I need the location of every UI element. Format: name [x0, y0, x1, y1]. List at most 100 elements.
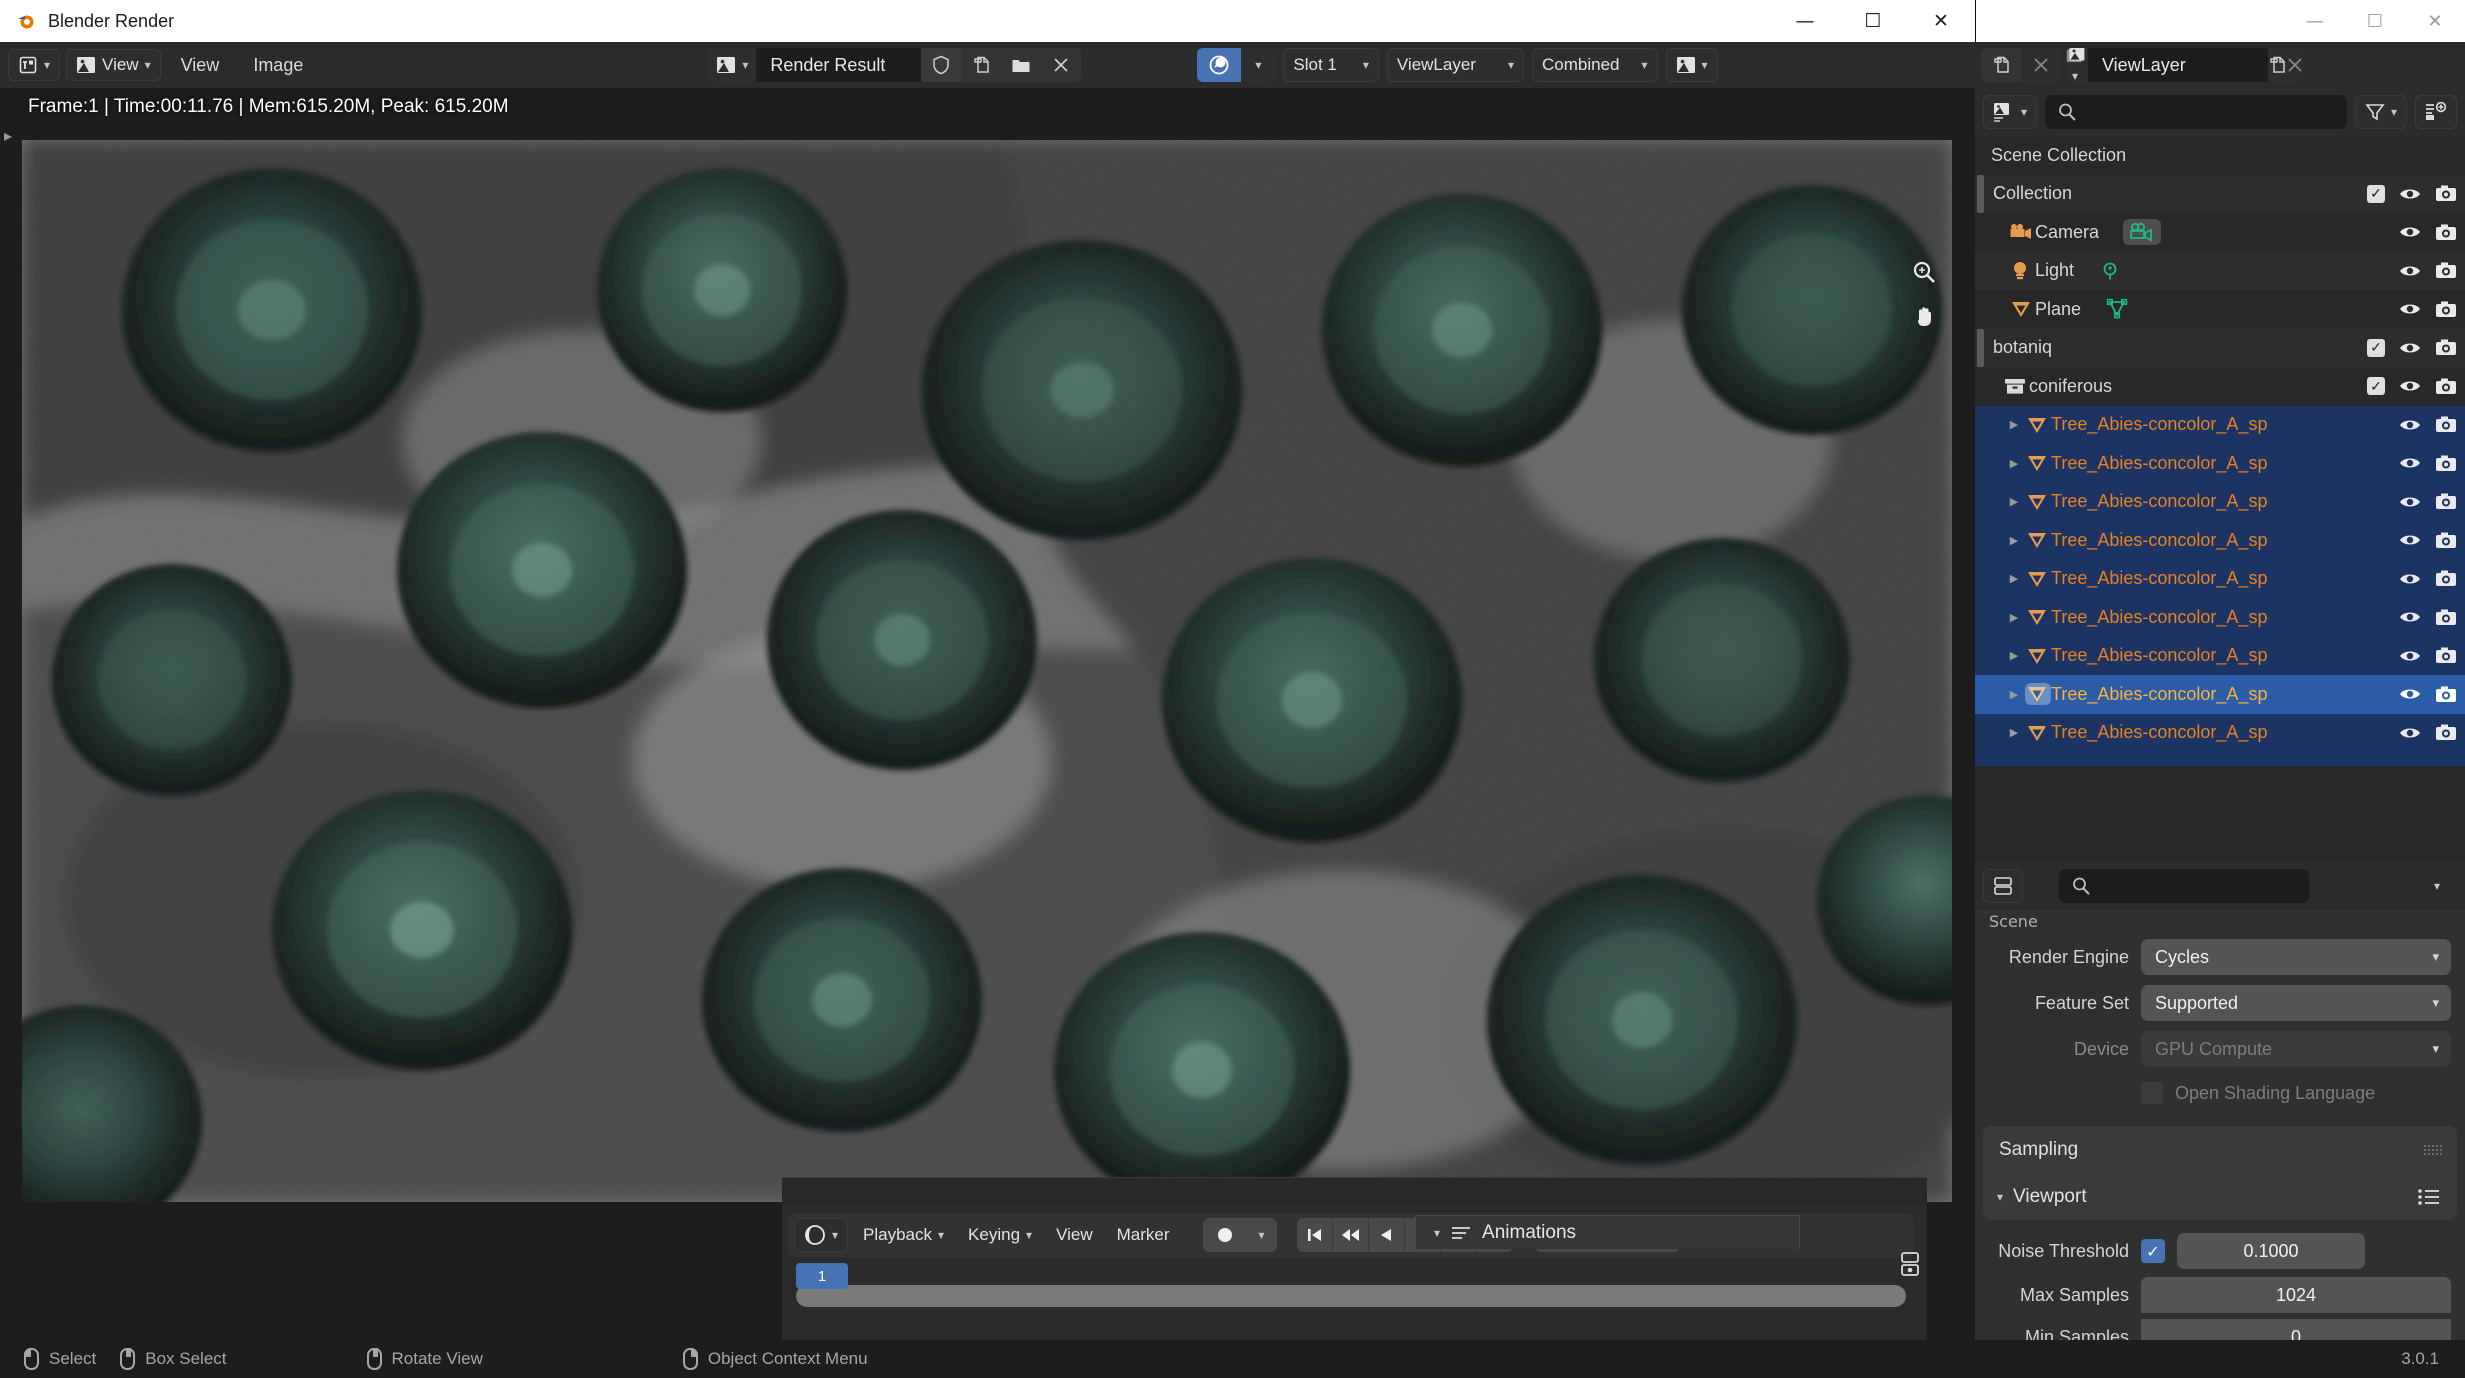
camera-render-icon[interactable]	[2435, 185, 2457, 202]
camera-render-icon[interactable]	[2435, 339, 2457, 356]
play-reverse-icon[interactable]	[1369, 1218, 1405, 1252]
camera-render-icon[interactable]	[2435, 647, 2457, 664]
render-engine-dropdown[interactable]: Cycles ▾	[2141, 939, 2451, 975]
eye-icon[interactable]	[2399, 686, 2421, 702]
outliner-filter-button[interactable]: ▾	[2355, 95, 2407, 129]
outliner-row-tree[interactable]: ▶ Tree_Abies-concolor_A_sp	[1975, 444, 2465, 483]
outliner-row-plane[interactable]: Plane	[1975, 290, 2465, 329]
expand-triangle-icon[interactable]: ▶	[2003, 726, 2025, 739]
collection-exclude-checkbox[interactable]: ✓	[2367, 339, 2385, 357]
animations-panel-tab[interactable]: ▾ Animations	[1415, 1215, 1800, 1249]
outliner-tree[interactable]: Scene Collection Collection ✓	[1975, 136, 2465, 862]
outliner-row-coniferous[interactable]: coniferous ✓	[1975, 367, 2465, 406]
open-image-folder-icon[interactable]	[1001, 48, 1041, 82]
view-layer-selector[interactable]: ViewLayer ▾	[1387, 48, 1524, 82]
eye-icon[interactable]	[2399, 455, 2421, 471]
record-icon[interactable]	[1203, 1218, 1247, 1252]
menu-playback[interactable]: Playback ▾	[854, 1219, 953, 1251]
timeline-scrollbar[interactable]	[796, 1285, 1906, 1307]
outliner-row-tree-active[interactable]: ▶ Tree_Abies-concolor_A_sp	[1975, 675, 2465, 714]
expand-triangle-icon[interactable]: ▶	[2003, 649, 2025, 662]
new-collection-copy-icon[interactable]	[1981, 48, 2021, 82]
eye-icon[interactable]	[2399, 532, 2421, 548]
collection-exclude-checkbox[interactable]: ✓	[2367, 377, 2385, 395]
outliner-row-collection[interactable]: Collection ✓	[1975, 175, 2465, 214]
drag-grip-icon[interactable]	[2423, 1144, 2443, 1156]
camera-render-icon[interactable]	[2435, 455, 2457, 472]
menu-view[interactable]: View	[1047, 1219, 1102, 1251]
new-image-copy-icon[interactable]	[961, 48, 1001, 82]
outliner-row-tree[interactable]: ▶ Tree_Abies-concolor_A_sp	[1975, 560, 2465, 599]
expand-triangle-icon[interactable]: ▶	[2003, 611, 2025, 624]
camera-render-icon[interactable]	[2435, 378, 2457, 395]
bg-window-close-icon[interactable]: ✕	[2405, 0, 2465, 42]
editor-type-button[interactable]: ▾	[8, 49, 60, 81]
render-slot-selector[interactable]: Slot 1 ▾	[1283, 48, 1379, 82]
camera-render-icon[interactable]	[2435, 609, 2457, 626]
outliner-row-tree[interactable]: ▶ Tree_Abies-concolor_A_sp	[1975, 714, 2465, 753]
jump-to-start-icon[interactable]	[1297, 1218, 1333, 1252]
eye-icon[interactable]	[2399, 340, 2421, 356]
timeline-editor-type-button[interactable]: ▾	[794, 1218, 848, 1252]
copy-view-layer-icon[interactable]	[2268, 55, 2286, 75]
bg-window-minimize-icon[interactable]: —	[2285, 0, 2345, 42]
eye-icon[interactable]	[2399, 609, 2421, 625]
remove-view-layer-x-icon[interactable]	[2286, 56, 2304, 74]
feature-set-dropdown[interactable]: Supported ▾	[2141, 985, 2451, 1021]
outliner-search-input[interactable]	[2045, 95, 2347, 129]
properties-search-input[interactable]	[2059, 869, 2309, 903]
noise-threshold-value-field[interactable]: 0.1000	[2177, 1233, 2365, 1269]
eye-icon[interactable]	[2399, 301, 2421, 317]
auto-key-dropdown[interactable]: ▾	[1247, 1218, 1277, 1252]
window-close-button[interactable]: ✕	[1907, 0, 1975, 42]
render-result-toggle-icon[interactable]	[1197, 48, 1241, 82]
bg-window-maximize-icon[interactable]: ☐	[2345, 0, 2405, 42]
left-panel-toggle-icon[interactable]: ▸	[4, 126, 12, 145]
image-view-mode-button[interactable]: View ▾	[66, 49, 161, 81]
eye-icon[interactable]	[2399, 224, 2421, 240]
sampling-panel-header[interactable]: Sampling	[1983, 1126, 2457, 1174]
collection-exclude-checkbox[interactable]: ✓	[2367, 185, 2385, 203]
outliner-row-light[interactable]: Light	[1975, 252, 2465, 291]
eye-icon[interactable]	[2399, 378, 2421, 394]
menu-marker[interactable]: Marker	[1108, 1219, 1179, 1251]
view-layer-name-field[interactable]: ViewLayer	[2088, 48, 2268, 82]
image-name-field[interactable]: Render Result	[756, 48, 921, 82]
camera-render-icon[interactable]	[2435, 493, 2457, 510]
mesh-data-icon[interactable]	[2105, 298, 2129, 320]
menu-image[interactable]: Image	[239, 49, 317, 81]
outliner-row-camera[interactable]: Camera	[1975, 213, 2465, 252]
eye-icon[interactable]	[2399, 417, 2421, 433]
hand-pan-icon[interactable]	[1902, 294, 1946, 338]
timeline-scrubber[interactable]: 50 100 150 200 250 1	[788, 1263, 1913, 1307]
camera-render-icon[interactable]	[2435, 416, 2457, 433]
max-samples-value-field[interactable]: 1024	[2141, 1277, 2451, 1313]
outliner-row-tree[interactable]: ▶ Tree_Abies-concolor_A_sp	[1975, 598, 2465, 637]
menu-keying[interactable]: Keying ▾	[959, 1219, 1041, 1251]
render-slot-dropdown[interactable]: ▾	[1241, 48, 1275, 82]
zoom-icon[interactable]	[1902, 250, 1946, 294]
camera-render-icon[interactable]	[2435, 532, 2457, 549]
light-data-icon[interactable]	[2098, 260, 2122, 282]
noise-threshold-checkbox[interactable]: ✓	[2141, 1239, 2165, 1263]
outliner-row-tree-partial[interactable]	[1975, 752, 2465, 766]
render-pass-selector[interactable]: Combined ▾	[1532, 48, 1658, 82]
camera-data-icon[interactable]	[2123, 219, 2161, 245]
eye-icon[interactable]	[2399, 263, 2421, 279]
expand-triangle-icon[interactable]: ▶	[2003, 418, 2025, 431]
expand-triangle-icon[interactable]: ▶	[2003, 688, 2025, 701]
previous-keyframe-icon[interactable]	[1333, 1218, 1369, 1252]
window-minimize-button[interactable]: —	[1771, 0, 1839, 42]
eye-icon[interactable]	[2399, 494, 2421, 510]
window-maximize-button[interactable]: ☐	[1839, 0, 1907, 42]
camera-render-icon[interactable]	[2435, 224, 2457, 241]
eye-icon[interactable]	[2399, 186, 2421, 202]
add-collection-button[interactable]	[2415, 95, 2457, 129]
properties-editor-type-button[interactable]	[1983, 869, 2023, 903]
preset-menu-icon[interactable]	[2417, 1187, 2441, 1207]
expand-triangle-icon[interactable]: ▶	[2003, 495, 2025, 508]
expand-triangle-icon[interactable]: ▶	[2003, 572, 2025, 585]
eye-icon[interactable]	[2399, 571, 2421, 587]
properties-options-dropdown[interactable]: ▾	[2417, 880, 2457, 892]
camera-render-icon[interactable]	[2435, 686, 2457, 703]
